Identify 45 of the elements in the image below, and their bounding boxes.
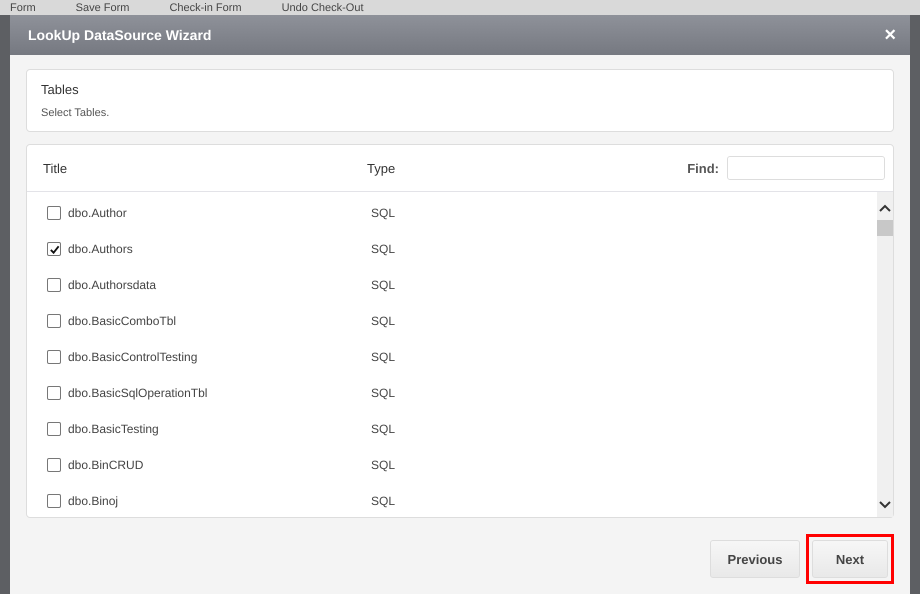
column-header: Title xyxy=(43,160,68,176)
checkbox[interactable] xyxy=(47,458,61,472)
table-title: dbo.Author xyxy=(68,206,127,220)
checkbox[interactable] xyxy=(47,494,61,508)
table-type: SQL xyxy=(371,350,396,364)
table-title: dbo.Binoj xyxy=(68,494,118,508)
scrollbar-thumb[interactable] xyxy=(877,220,893,236)
find-field[interactable] xyxy=(727,156,885,180)
scroll-up-icon[interactable] xyxy=(879,204,891,212)
toolbar-item[interactable]: Undo Check-Out xyxy=(282,2,364,14)
table-type: SQL xyxy=(371,386,396,400)
scroll-down-icon[interactable] xyxy=(879,501,891,509)
scrollbar[interactable] xyxy=(877,192,893,517)
wizard-button[interactable]: Next xyxy=(812,540,888,578)
checkbox[interactable] xyxy=(47,314,61,328)
checkbox[interactable] xyxy=(47,386,61,400)
toolbar-item[interactable]: Save Form xyxy=(76,2,130,14)
close-button[interactable]: × xyxy=(884,25,896,45)
table-title: dbo.BasicSqlOperationTbl xyxy=(68,386,208,400)
table-title: dbo.BinCRUD xyxy=(68,458,144,472)
toolbar-item[interactable]: Form xyxy=(10,2,36,14)
table-type: SQL xyxy=(371,422,396,436)
table-type: SQL xyxy=(371,494,396,508)
checkbox[interactable] xyxy=(47,350,61,364)
table-title: dbo.Authorsdata xyxy=(68,278,156,292)
table-type: SQL xyxy=(371,458,396,472)
find-label: Find: xyxy=(687,160,719,176)
checkbox[interactable] xyxy=(47,422,61,436)
table-title: dbo.BasicComboTbl xyxy=(68,314,176,328)
step-description: Select Tables. xyxy=(41,107,110,119)
table-type: SQL xyxy=(371,242,396,256)
checkbox[interactable] xyxy=(47,242,61,256)
window-title: LookUp DataSource Wizard xyxy=(28,27,212,43)
toolbar-item[interactable]: Check-in Form xyxy=(169,2,242,14)
table-type: SQL xyxy=(371,314,396,328)
table-type: SQL xyxy=(371,278,396,292)
step-title: Tables xyxy=(41,82,80,97)
checkbox[interactable] xyxy=(47,278,61,292)
table-title: dbo.Authors xyxy=(68,242,133,256)
wizard-button[interactable]: Previous xyxy=(710,540,800,578)
table-type: SQL xyxy=(371,206,396,220)
table-title: dbo.BasicControlTesting xyxy=(68,350,198,364)
checkbox[interactable] xyxy=(47,206,61,220)
column-header: Type xyxy=(367,160,396,176)
table-title: dbo.BasicTesting xyxy=(68,422,159,436)
